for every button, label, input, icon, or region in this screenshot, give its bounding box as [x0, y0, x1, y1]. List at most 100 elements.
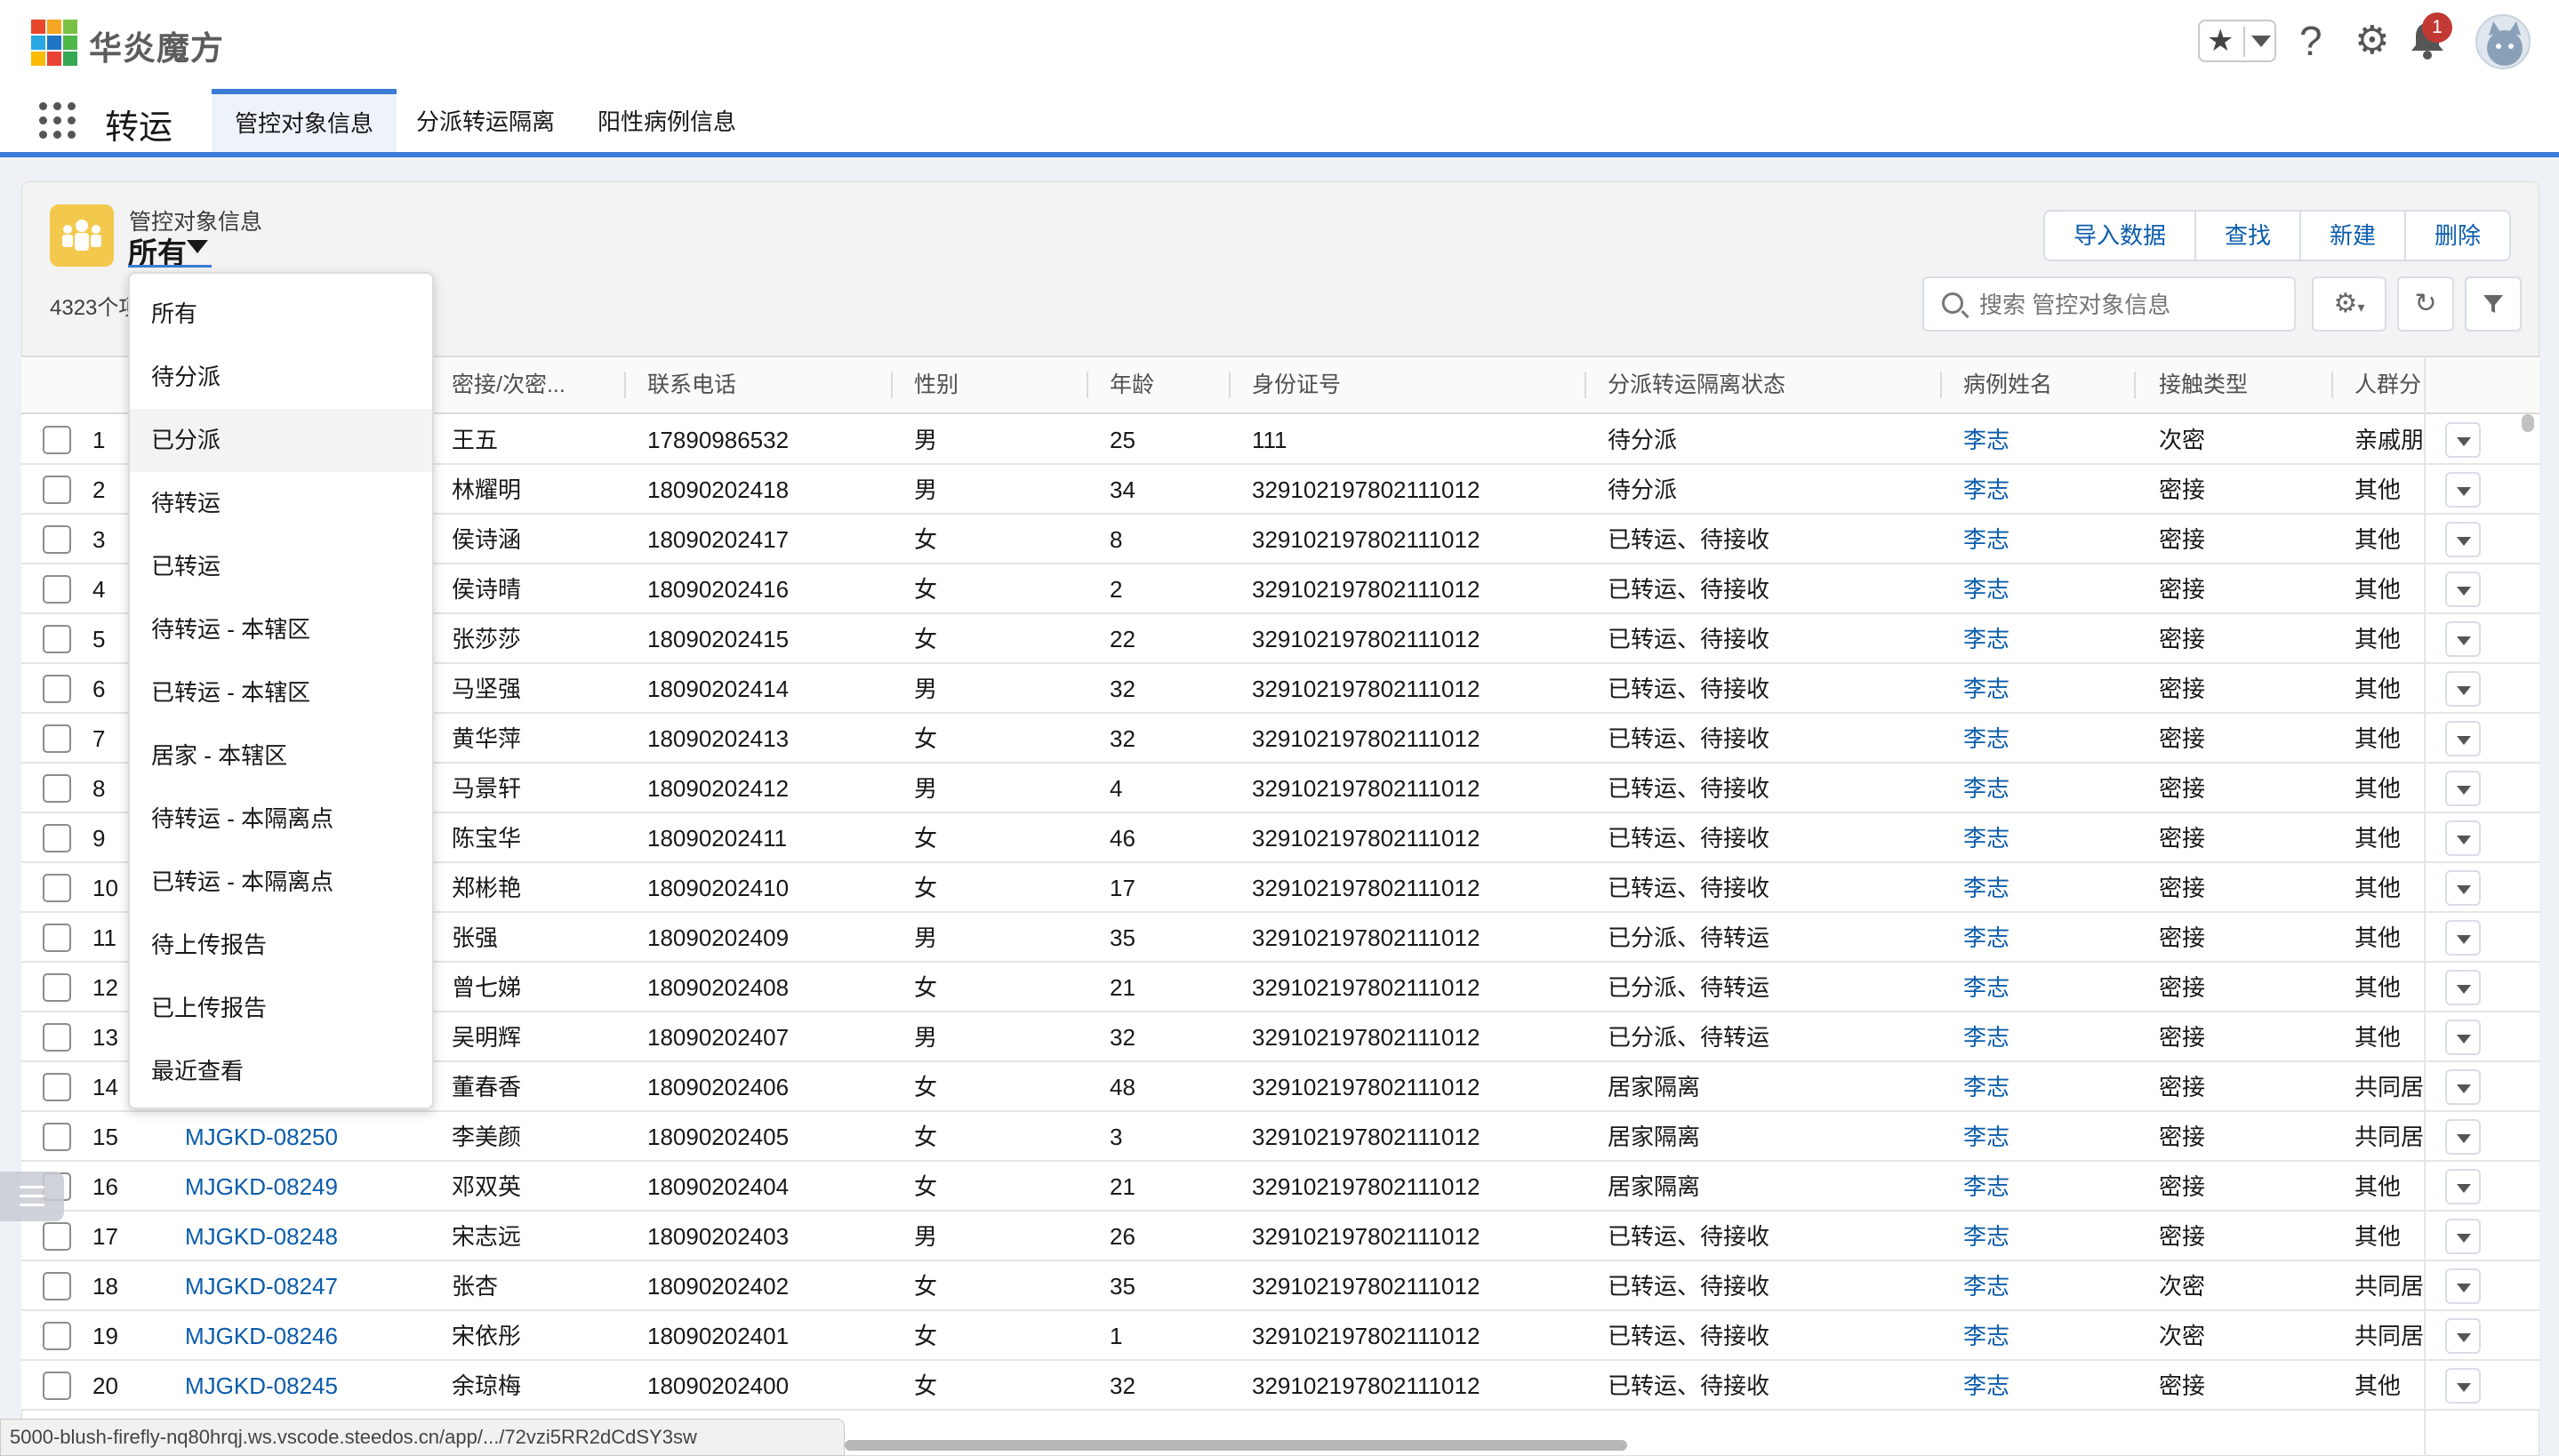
list-view-option[interactable]: 已转运 — [130, 535, 432, 598]
case-name-link[interactable]: 李志 — [1963, 714, 2009, 764]
column-header[interactable]: 性别 — [914, 356, 959, 414]
case-name-link[interactable]: 李志 — [1963, 564, 2009, 614]
row-checkbox[interactable] — [43, 525, 71, 554]
row-checkbox[interactable] — [43, 1272, 71, 1300]
case-name-link[interactable]: 李志 — [1963, 1261, 2009, 1311]
list-view-option[interactable]: 已分派 — [130, 409, 432, 472]
case-name-link[interactable]: 李志 — [1963, 813, 2009, 863]
row-actions-menu-button[interactable] — [2445, 422, 2481, 458]
column-header[interactable]: 人群分 — [2354, 356, 2424, 414]
row-actions-menu-button[interactable] — [2445, 1268, 2481, 1304]
case-name-link[interactable]: 李志 — [1963, 863, 2009, 913]
row-actions-menu-button[interactable] — [2445, 1069, 2481, 1105]
row-actions-menu-button[interactable] — [2445, 522, 2481, 557]
vertical-scrollbar[interactable] — [2522, 414, 2534, 432]
record-code-link[interactable]: MJGKD-08245 — [185, 1361, 338, 1411]
column-header[interactable]: 密接/次密... — [452, 356, 566, 414]
record-code-link[interactable]: MJGKD-08249 — [185, 1162, 338, 1212]
row-checkbox[interactable] — [43, 973, 71, 1002]
list-view-option[interactable]: 待转运 - 本辖区 — [130, 598, 432, 661]
list-view-option[interactable]: 最近查看 — [130, 1040, 432, 1103]
case-name-link[interactable]: 李志 — [1963, 1012, 2009, 1062]
tab-controlled-objects[interactable]: 管控对象信息 — [212, 89, 397, 152]
row-checkbox[interactable] — [43, 476, 71, 504]
avatar[interactable] — [2475, 14, 2531, 69]
tab-dispatch-transfer[interactable]: 分派转运隔离 — [393, 89, 578, 152]
case-name-link[interactable]: 李志 — [1963, 664, 2009, 714]
case-name-link[interactable]: 李志 — [1963, 963, 2009, 1012]
case-name-link[interactable]: 李志 — [1963, 1212, 2009, 1261]
record-code-link[interactable]: MJGKD-08248 — [185, 1212, 338, 1261]
row-actions-menu-button[interactable] — [2445, 771, 2481, 806]
list-view-option[interactable]: 待分派 — [130, 346, 432, 409]
new-button[interactable]: 新建 — [2301, 212, 2407, 260]
row-actions-menu-button[interactable] — [2445, 870, 2481, 906]
row-checkbox[interactable] — [43, 874, 71, 902]
row-actions-menu-button[interactable] — [2445, 1368, 2481, 1404]
row-actions-menu-button[interactable] — [2445, 820, 2481, 856]
column-resize-handle[interactable] — [1229, 372, 1231, 398]
column-resize-handle[interactable] — [2134, 372, 2136, 398]
column-header[interactable]: 联系电话 — [647, 356, 736, 414]
sidebar-toggle-button[interactable] — [0, 1172, 64, 1221]
chevron-down-icon[interactable] — [187, 240, 208, 253]
list-view-option[interactable]: 待转运 — [130, 472, 432, 535]
horizontal-scrollbar[interactable] — [845, 1440, 1627, 1451]
list-view-option[interactable]: 居家 - 本辖区 — [130, 724, 432, 788]
row-checkbox[interactable] — [43, 1222, 71, 1251]
filter-button[interactable] — [2465, 276, 2522, 332]
column-resize-handle[interactable] — [891, 372, 893, 398]
delete-button[interactable]: 删除 — [2406, 212, 2509, 260]
list-view-option[interactable]: 已转运 - 本辖区 — [130, 661, 432, 724]
question-icon[interactable]: ? — [2299, 18, 2322, 64]
row-checkbox[interactable] — [43, 1073, 71, 1101]
tab-positive-cases[interactable]: 阳性病例信息 — [574, 89, 759, 152]
list-view-option[interactable]: 待上传报告 — [130, 914, 432, 977]
favorites-button[interactable]: ★ — [2198, 20, 2276, 62]
column-resize-handle[interactable] — [1940, 372, 1942, 398]
column-resize-handle[interactable] — [2331, 372, 2333, 398]
list-view-option[interactable]: 已转运 - 本隔离点 — [130, 851, 432, 914]
import-data-button[interactable]: 导入数据 — [2045, 212, 2197, 260]
row-checkbox[interactable] — [43, 1023, 71, 1052]
column-resize-handle[interactable] — [1087, 372, 1088, 398]
record-code-link[interactable]: MJGKD-08250 — [185, 1112, 338, 1162]
list-view-option[interactable]: 所有 — [130, 283, 432, 346]
app-logo-icon[interactable] — [31, 20, 77, 66]
row-checkbox[interactable] — [43, 924, 71, 952]
row-actions-menu-button[interactable] — [2445, 572, 2481, 607]
search-input[interactable] — [1977, 285, 2280, 324]
row-checkbox[interactable] — [43, 426, 71, 454]
case-name-link[interactable]: 李志 — [1963, 1162, 2009, 1212]
row-checkbox[interactable] — [43, 774, 71, 803]
case-name-link[interactable]: 李志 — [1963, 614, 2009, 664]
row-actions-menu-button[interactable] — [2445, 1119, 2481, 1155]
case-name-link[interactable]: 李志 — [1963, 1311, 2009, 1361]
column-header[interactable]: 身份证号 — [1252, 356, 1341, 414]
case-name-link[interactable]: 李志 — [1963, 764, 2009, 813]
case-name-link[interactable]: 李志 — [1963, 913, 2009, 963]
case-name-link[interactable]: 李志 — [1963, 415, 2009, 465]
case-name-link[interactable]: 李志 — [1963, 515, 2009, 564]
list-view-option[interactable]: 待转运 - 本隔离点 — [130, 788, 432, 851]
find-button[interactable]: 查找 — [2196, 212, 2302, 260]
gear-icon[interactable]: ⚙ — [2354, 18, 2389, 64]
row-checkbox[interactable] — [43, 1123, 71, 1151]
row-actions-menu-button[interactable] — [2445, 472, 2481, 508]
row-actions-menu-button[interactable] — [2445, 671, 2481, 707]
case-name-link[interactable]: 李志 — [1963, 1361, 2009, 1411]
column-header[interactable]: 接触类型 — [2159, 356, 2248, 414]
column-resize-handle[interactable] — [1584, 372, 1586, 398]
row-checkbox[interactable] — [43, 824, 71, 852]
row-checkbox[interactable] — [43, 724, 71, 753]
column-header[interactable]: 年龄 — [1110, 356, 1154, 414]
row-checkbox[interactable] — [43, 1372, 71, 1400]
row-actions-menu-button[interactable] — [2445, 1020, 2481, 1055]
refresh-button[interactable]: ↻ — [2397, 276, 2454, 332]
row-actions-menu-button[interactable] — [2445, 1219, 2481, 1254]
row-checkbox[interactable] — [43, 625, 71, 653]
column-header[interactable]: 分派转运隔离状态 — [1608, 356, 1785, 414]
row-actions-menu-button[interactable] — [2445, 721, 2481, 756]
column-resize-handle[interactable] — [624, 372, 626, 398]
row-actions-menu-button[interactable] — [2445, 621, 2481, 657]
